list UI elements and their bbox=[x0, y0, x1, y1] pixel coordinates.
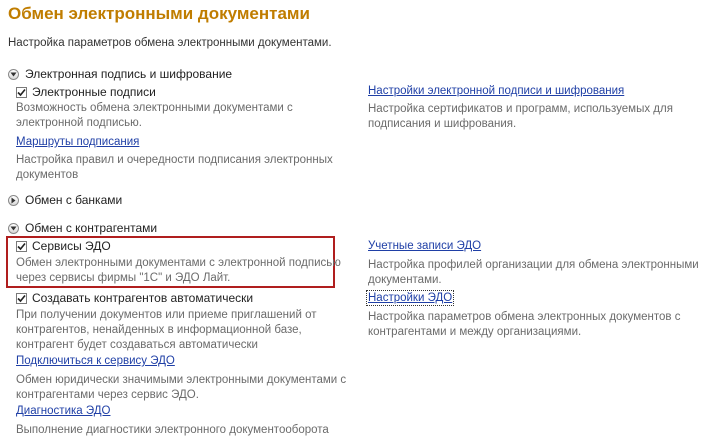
signing-routes-desc: Настройка правил и очередности подписани… bbox=[16, 154, 333, 181]
connect-edo-desc: Обмен юридически значимыми электронными … bbox=[16, 374, 347, 401]
collapse-arrow-icon[interactable] bbox=[8, 222, 19, 234]
edo-services-desc: Обмен электронными документами с электро… bbox=[16, 257, 341, 284]
connect-edo-link[interactable]: Подключиться к сервису ЭДО bbox=[16, 355, 175, 367]
edo-diagnostics-link[interactable]: Диагностика ЭДО bbox=[16, 405, 110, 417]
section-signature-header[interactable]: Электронная подпись и шифрование bbox=[8, 67, 232, 81]
section-contractors-header[interactable]: Обмен с контрагентами bbox=[8, 221, 157, 235]
edo-accounts-link[interactable]: Учетные записи ЭДО bbox=[368, 240, 481, 252]
edo-settings-link[interactable]: Настройки ЭДО bbox=[365, 290, 455, 306]
auto-create-contractors-row[interactable]: Создавать контрагентов автоматически bbox=[16, 291, 253, 305]
edo-services-label: Сервисы ЭДО bbox=[32, 239, 111, 253]
auto-create-contractors-label: Создавать контрагентов автоматически bbox=[32, 291, 254, 305]
edo-services-row[interactable]: Сервисы ЭДО bbox=[16, 239, 111, 253]
collapse-arrow-icon[interactable] bbox=[8, 68, 19, 80]
page-subtitle: Настройка параметров обмена электронными… bbox=[8, 37, 332, 49]
edo-settings-desc: Настройка параметров обмена электронных … bbox=[368, 311, 681, 338]
edo-accounts-desc: Настройка профилей организации для обмен… bbox=[368, 259, 699, 286]
electronic-signatures-desc: Возможность обмена электронными документ… bbox=[16, 102, 293, 129]
page-title: Обмен электронными документами bbox=[8, 4, 310, 23]
signature-settings-desc: Настройка сертификатов и программ, испол… bbox=[368, 103, 673, 130]
section-banks-header[interactable]: Обмен с банками bbox=[8, 193, 122, 207]
expand-arrow-icon[interactable] bbox=[8, 194, 19, 206]
auto-create-contractors-desc: При получении документов или приеме приг… bbox=[16, 309, 317, 351]
auto-create-contractors-checkbox[interactable] bbox=[16, 292, 27, 304]
section-signature-label: Электронная подпись и шифрование bbox=[25, 67, 233, 81]
signature-settings-link[interactable]: Настройки электронной подписи и шифрован… bbox=[368, 85, 624, 97]
section-contractors-label: Обмен с контрагентами bbox=[25, 221, 158, 235]
section-banks-label: Обмен с банками bbox=[25, 193, 123, 207]
electronic-signatures-label: Электронные подписи bbox=[32, 85, 156, 99]
edo-services-checkbox[interactable] bbox=[16, 240, 27, 252]
electronic-signatures-row[interactable]: Электронные подписи bbox=[16, 85, 156, 99]
electronic-signatures-checkbox[interactable] bbox=[16, 86, 27, 98]
edo-diagnostics-desc: Выполнение диагностики электронного доку… bbox=[16, 424, 329, 436]
signing-routes-link[interactable]: Маршруты подписания bbox=[16, 136, 139, 148]
